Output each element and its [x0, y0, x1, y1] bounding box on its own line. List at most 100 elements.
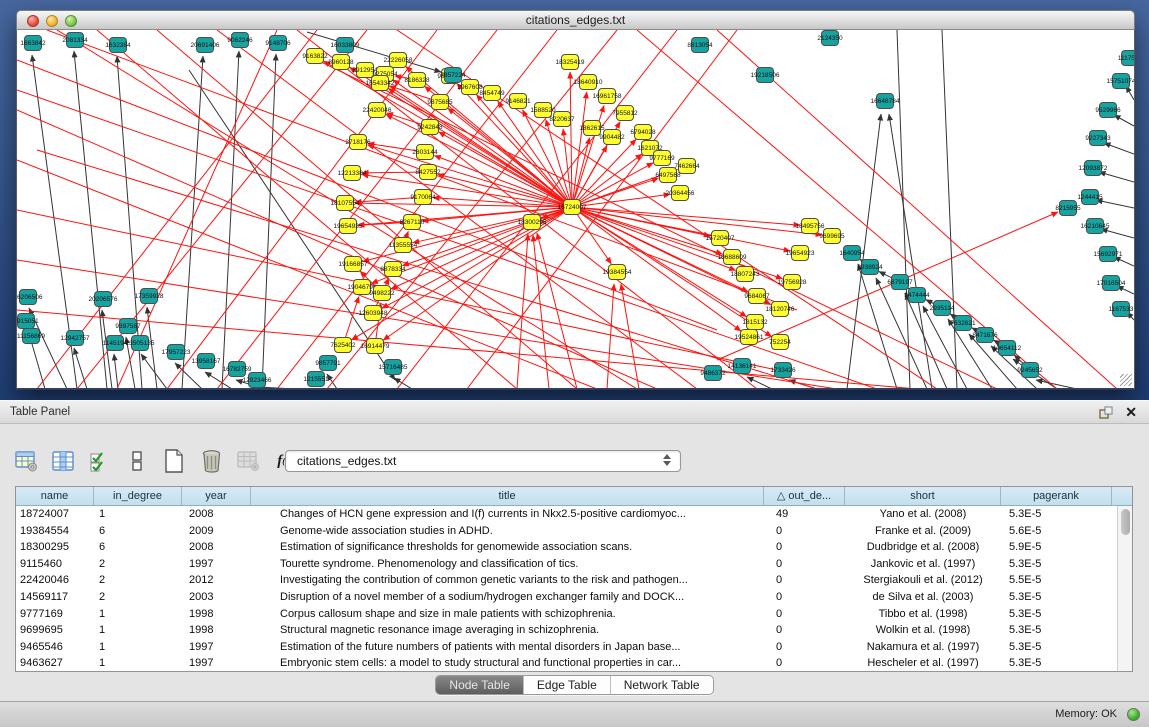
column-header-pagerank[interactable]: pagerank — [1001, 487, 1112, 505]
table-row[interactable]: 2242004622012Investigating the contribut… — [16, 572, 1132, 589]
column-header-title[interactable]: title — [251, 487, 764, 505]
table-cell: 5.3E-5 — [1001, 589, 1112, 606]
table-cell: Wolkin et al. (1998) — [845, 622, 1001, 639]
graph-node-label: 8915051 — [17, 318, 39, 325]
column-header-short[interactable]: short — [845, 487, 1001, 505]
graph-node-label: 15716485 — [379, 364, 408, 371]
select-columns-icon[interactable] — [88, 449, 112, 473]
table-row[interactable]: 1830029562008Estimation of significance … — [16, 539, 1132, 556]
graph-node-label: 18107554 — [331, 200, 360, 207]
graph-node-label: 2803144 — [412, 149, 438, 156]
delete-table-icon[interactable] — [199, 449, 223, 473]
table-cell: 0 — [764, 589, 845, 606]
window-resize-grip[interactable] — [1120, 374, 1132, 386]
table-row[interactable]: 946554611997Estimation of the future num… — [16, 639, 1132, 656]
graph-node-label: 6879197 — [887, 279, 913, 286]
table-cell: de Silva et al. (2003) — [845, 589, 1001, 606]
graph-node-label: 9875685 — [427, 99, 453, 106]
row-height-icon[interactable] — [125, 449, 149, 473]
graph-node-label: 9699695 — [819, 233, 845, 240]
graph-node-label: 16961758 — [593, 93, 622, 100]
graph-node-label: 12213384 — [338, 170, 367, 177]
tab-network-table[interactable]: Network Table — [610, 676, 713, 694]
table-column-icon[interactable] — [51, 449, 75, 473]
graph-node-label: 1640954 — [839, 250, 865, 257]
graph-node-label: 9857791 — [315, 360, 341, 367]
table-cell: 5.3E-5 — [1001, 655, 1112, 671]
table-selector-value: citations_edges.txt — [297, 454, 396, 468]
table-row[interactable]: 911546021997Tourette syndrome. Phenomeno… — [16, 556, 1132, 573]
graph-node-label: 2124350 — [817, 35, 843, 42]
table-cell: 1 — [94, 606, 182, 623]
table-scrollbar-thumb[interactable] — [1121, 509, 1130, 535]
graph-node-label: 15720407 — [706, 235, 735, 242]
table-row[interactable]: 946362711997Embryonic stem cells: a mode… — [16, 655, 1132, 671]
graph-node-label: 8454749 — [479, 90, 505, 97]
tab-edge-table[interactable]: Edge Table — [523, 676, 610, 694]
table-cell: 0 — [764, 556, 845, 573]
table-cell: 2 — [94, 572, 182, 589]
network-window-titlebar[interactable]: citations_edges.txt — [16, 10, 1135, 30]
new-table-icon[interactable] — [162, 449, 186, 473]
minimize-window-button[interactable] — [46, 15, 58, 27]
table-cell: 1 — [94, 506, 182, 523]
table-cell: 9699695 — [16, 622, 94, 639]
column-header-in_degree[interactable]: in_degree — [94, 487, 182, 505]
network-canvas[interactable]: 1872400791638228960128891295422226058927… — [16, 30, 1135, 389]
table-cell: Nakamura et al. (1997) — [845, 639, 1001, 656]
close-window-button[interactable] — [27, 15, 39, 27]
graph-node-label: 1145194 — [103, 340, 128, 347]
citation-network-graph[interactable]: 1872400791638228960128891295422226058927… — [17, 30, 1134, 389]
table-row[interactable]: 1456911722003Disruption of a novel membe… — [16, 589, 1132, 606]
graph-node-label: 15751074 — [1107, 78, 1134, 85]
table-row[interactable]: 1872400712008Changes of HCN gene express… — [16, 506, 1132, 523]
table-cell: Disruption of a novel member of a sodium… — [251, 589, 764, 606]
table-cell: 2009 — [182, 523, 251, 540]
table-cell: 0 — [764, 606, 845, 623]
table-cell: 5.3E-5 — [1001, 506, 1112, 523]
table-cell: Embryonic stem cells: a model to study s… — [251, 655, 764, 671]
graph-node-label: 19218506 — [751, 72, 780, 79]
table-panel-header: Table Panel ✕ — [0, 400, 1149, 424]
graph-node-label: 18807243 — [731, 271, 760, 278]
table-cell: 0 — [764, 639, 845, 656]
zoom-window-button[interactable] — [65, 15, 77, 27]
graph-node-label: 1215551 — [303, 376, 329, 383]
network-window[interactable]: citations_edges.txt 18724007916382289601… — [16, 10, 1135, 390]
table-row[interactable]: 977716911998Corpus callosum shape and si… — [16, 606, 1132, 623]
column-header-out_de[interactable]: △ out_de... — [764, 487, 845, 505]
graph-node-label: 1117563 — [1118, 55, 1134, 62]
column-header-name[interactable]: name — [16, 487, 94, 505]
table-scrollbar[interactable] — [1117, 506, 1132, 671]
column-header-year[interactable]: year — [182, 487, 251, 505]
table-cell: 5.3E-5 — [1001, 606, 1112, 623]
graph-node-label: 8878334 — [380, 266, 406, 273]
table-row[interactable]: 1938455462009Genome-wide association stu… — [16, 523, 1132, 540]
graph-node-label: 8427552 — [415, 169, 441, 176]
graph-node-label: 9245652 — [1017, 367, 1043, 374]
table-cell: 9463627 — [16, 655, 94, 671]
close-panel-icon[interactable]: ✕ — [1125, 404, 1137, 421]
float-panel-icon[interactable] — [1099, 406, 1113, 420]
graph-node-label: 18325419 — [556, 59, 585, 66]
graph-node-label: 9474444 — [904, 292, 930, 299]
table-settings-icon[interactable] — [14, 449, 38, 473]
graph-node-label: 12923466 — [243, 377, 272, 384]
graph-node-label: 2718176 — [345, 139, 371, 146]
memory-status-label: Memory: OK — [1055, 702, 1117, 727]
graph-node-label: 17016504 — [1097, 280, 1126, 287]
memory-status-indicator[interactable] — [1127, 708, 1140, 721]
table-cell: Hescheler et al. (1997) — [845, 655, 1001, 671]
table-tabbar: Node TableEdge TableNetwork Table — [0, 675, 1149, 695]
table-row[interactable]: 969969511998Structural magnetic resonanc… — [16, 622, 1132, 639]
table-cell: Dudbridge et al. (2008) — [845, 539, 1001, 556]
table-cell: Estimation of significance thresholds fo… — [251, 539, 764, 556]
graph-node-label: 1862615 — [579, 125, 605, 132]
table-selector-dropdown[interactable]: citations_edges.txt — [285, 450, 681, 472]
tab-node-table[interactable]: Node Table — [436, 676, 523, 694]
graph-node-label: 8220637 — [549, 116, 575, 123]
table-cell: 2012 — [182, 572, 251, 589]
table-cell: 5.3E-5 — [1001, 639, 1112, 656]
import-table-icon[interactable] — [236, 449, 260, 473]
graph-node-label: 16210645 — [1081, 223, 1110, 230]
